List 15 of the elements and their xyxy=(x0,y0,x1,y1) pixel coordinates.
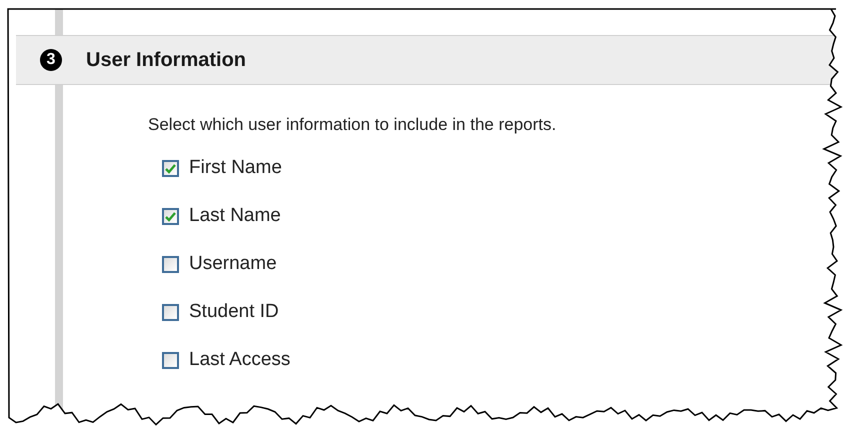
check-icon xyxy=(165,164,176,174)
instruction-text: Select which user information to include in the reports. xyxy=(148,114,556,136)
checkbox[interactable] xyxy=(162,256,179,273)
step-number: 3 xyxy=(40,49,62,71)
option-label: Last Name xyxy=(189,204,281,228)
section-title: User Information xyxy=(86,48,246,73)
option-label: Last Access xyxy=(189,348,290,372)
check-icon xyxy=(165,212,176,222)
checkbox[interactable] xyxy=(162,304,179,321)
checkbox[interactable] xyxy=(162,208,179,225)
checkbox[interactable] xyxy=(162,352,179,369)
option-label: Username xyxy=(189,252,277,276)
checkbox[interactable] xyxy=(162,160,179,177)
option-label: Student ID xyxy=(189,300,279,324)
option-label: First Name xyxy=(189,156,282,180)
